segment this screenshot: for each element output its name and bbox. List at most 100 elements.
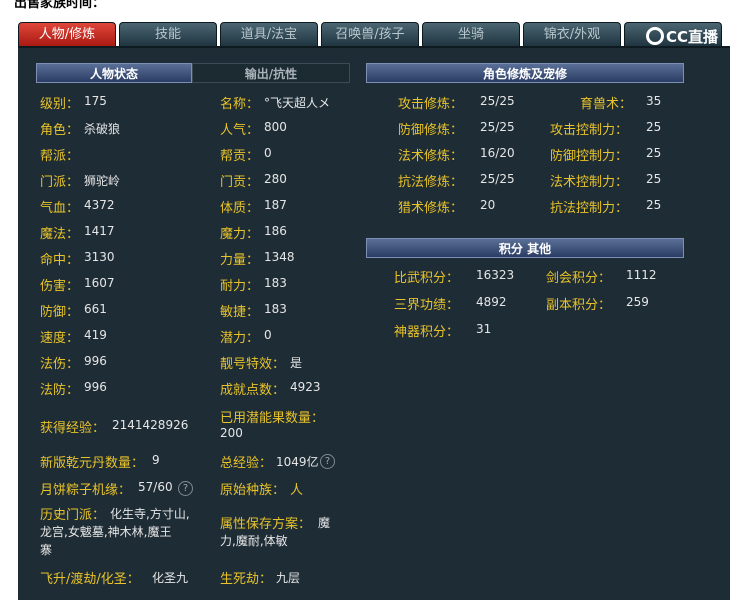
stat-value: 4372 xyxy=(84,198,115,212)
points-label: 副本积分： xyxy=(546,298,612,313)
stat-label: 级别： xyxy=(40,97,80,112)
tab-mounts[interactable]: 坐骑 xyxy=(422,22,520,46)
stat-label: 防御： xyxy=(40,305,80,320)
points-value: 31 xyxy=(476,322,492,336)
stat-value: 1607 xyxy=(84,276,115,290)
history-value-line3: 寨 xyxy=(40,543,53,557)
header-output-resist[interactable]: 输出/抗性 xyxy=(192,63,350,83)
cult-value: 25 xyxy=(646,146,662,160)
cult-value: 25/25 xyxy=(480,94,515,108)
cult-label: 育兽术： xyxy=(580,97,633,112)
tab-items[interactable]: 道具/法宝 xyxy=(220,22,318,46)
header-character-status[interactable]: 人物状态 xyxy=(36,63,192,83)
stat-value: 0 xyxy=(264,146,272,160)
stat-label: 敏捷： xyxy=(220,305,260,320)
stat-value: 183 xyxy=(264,302,287,316)
bottom-edge xyxy=(0,600,738,616)
points-value: 4892 xyxy=(476,295,507,309)
moon-value: 57/60 xyxy=(138,480,173,494)
stat-value: 3130 xyxy=(84,250,115,264)
stat-label: 速度： xyxy=(40,331,80,346)
tab-summons[interactable]: 召唤兽/孩子 xyxy=(321,22,419,46)
points-label: 比武积分： xyxy=(394,271,460,286)
stat-label: 伤害： xyxy=(40,279,80,294)
points-value: 259 xyxy=(626,295,649,309)
stat-label: 角色： xyxy=(40,123,80,138)
stat-value: 是 xyxy=(290,356,303,370)
stat-label: 靓号特效： xyxy=(220,357,286,372)
shengsi-value: 九层 xyxy=(276,571,301,585)
cult-label: 攻击修炼： xyxy=(398,97,464,112)
stat-label: 力量： xyxy=(220,253,260,268)
cc-logo-icon xyxy=(645,27,664,45)
cult-label: 防御修炼： xyxy=(398,123,464,138)
tab-skills[interactable]: 技能 xyxy=(119,22,217,46)
stat-value: 800 xyxy=(264,120,287,134)
stat-value: °飞天超人メ xyxy=(264,96,331,110)
cult-value: 20 xyxy=(480,198,496,212)
cult-label: 法术修炼： xyxy=(398,149,464,164)
cult-label: 防御控制力： xyxy=(550,149,629,164)
top-strip: 出售家族时间： xyxy=(0,0,738,14)
cult-label: 法术控制力： xyxy=(550,175,629,190)
points-label: 剑会积分： xyxy=(546,271,612,286)
stat-label: 法防： xyxy=(40,383,80,398)
exp-label: 获得经验： xyxy=(40,421,106,436)
cult-value: 16/20 xyxy=(480,146,515,160)
race-value: 人 xyxy=(290,483,304,498)
stat-value: 996 xyxy=(84,354,107,368)
stat-label: 帮贡： xyxy=(220,149,260,164)
qianyuan-value: 9 xyxy=(152,453,160,467)
stat-value: 186 xyxy=(264,224,287,238)
stat-label: 耐力： xyxy=(220,279,260,294)
cult-label: 抗法修炼： xyxy=(398,175,464,190)
tab-appearance[interactable]: 锦衣/外观 xyxy=(523,22,621,46)
history-value-line2: 龙宫,女魃墓,神木林,魔王 xyxy=(40,525,172,539)
attr-scheme-label: 属性保存方案： xyxy=(220,517,312,532)
attr-scheme-value-line2: 力,魔耐,体敏 xyxy=(220,534,288,548)
tab-bar: 人物/修炼 技能 道具/法宝 召唤兽/孩子 坐骑 锦衣/外观 CC直播 xyxy=(18,22,730,46)
stat-label: 门贡： xyxy=(220,175,260,190)
cult-label: 抗法控制力： xyxy=(550,201,629,216)
feisheng-value: 化圣九 xyxy=(152,571,189,585)
stat-value: 0 xyxy=(264,328,272,342)
character-panel: 人物状态 输出/抗性 级别： 175 角色： 杀破狼 帮派： 门派： 狮驼岭 气… xyxy=(18,46,730,602)
qianyuan-label: 新版乾元丹数量： xyxy=(40,456,145,471)
help-icon[interactable]: ? xyxy=(178,481,193,496)
total-exp-value: 1049亿 xyxy=(276,455,319,469)
stat-value: 狮驼岭 xyxy=(84,174,121,188)
history-label: 历史门派： xyxy=(40,508,106,523)
history-value-line1: 化生寺,方寸山, xyxy=(110,507,190,521)
stat-label: 门派： xyxy=(40,175,80,190)
stat-label: 命中： xyxy=(40,253,80,268)
stat-label: 气血： xyxy=(40,201,80,216)
moon-label: 月饼粽子机缘： xyxy=(40,483,132,498)
stat-label: 潜力： xyxy=(220,331,260,346)
stat-label: 体质： xyxy=(220,201,260,216)
used-fruit-label: 已用潜能果数量： xyxy=(220,411,325,426)
stat-value: 杀破狼 xyxy=(84,122,121,136)
tab-character[interactable]: 人物/修炼 xyxy=(18,22,116,46)
used-fruit-value: 200 xyxy=(220,426,243,440)
stat-value: 661 xyxy=(84,302,107,316)
stat-value: 175 xyxy=(84,94,107,108)
cult-value: 25 xyxy=(646,198,662,212)
cult-label: 猎术修炼： xyxy=(398,201,464,216)
points-value: 16323 xyxy=(476,268,515,282)
stat-value: 4923 xyxy=(290,380,321,394)
help-icon[interactable]: ? xyxy=(320,454,335,469)
stat-label: 魔力： xyxy=(220,227,260,242)
stat-label: 人气： xyxy=(220,123,260,138)
stat-value: 183 xyxy=(264,276,287,290)
cc-live-logo: CC直播 xyxy=(645,26,718,46)
stat-label: 名称： xyxy=(220,97,260,112)
cult-value: 25 xyxy=(646,172,662,186)
header-points: 积分 其他 xyxy=(366,238,684,258)
stat-value: 187 xyxy=(264,198,287,212)
stat-value: 419 xyxy=(84,328,107,342)
cult-value: 35 xyxy=(646,94,662,108)
race-label: 原始种族： xyxy=(220,483,286,498)
stat-value: 1417 xyxy=(84,224,115,238)
stat-label: 法伤： xyxy=(40,357,80,372)
stat-value: 1348 xyxy=(264,250,295,264)
